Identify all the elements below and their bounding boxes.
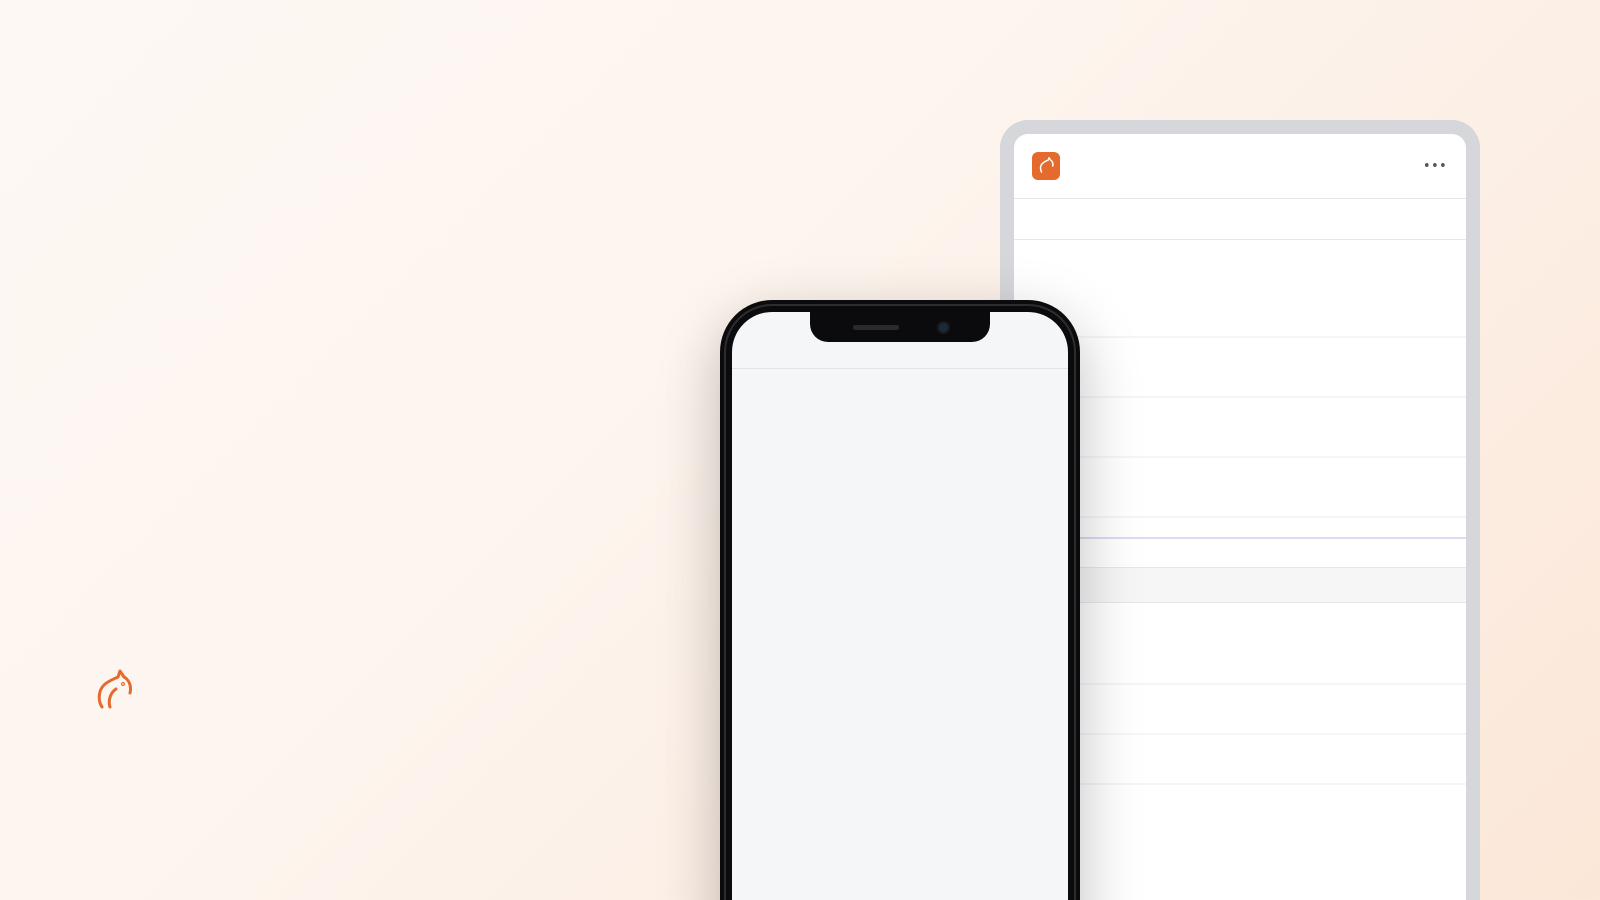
reports-tab[interactable] <box>1014 199 1466 239</box>
brand-logo-block <box>90 667 146 715</box>
section-rate-title <box>1014 603 1466 634</box>
section-engagement-title <box>1014 239 1466 271</box>
popups-section-label <box>732 346 1068 369</box>
phone-mock <box>720 300 1080 900</box>
chart-engagement <box>1014 277 1466 567</box>
chart-rate <box>1014 634 1466 834</box>
tablet-header: ••• <box>1014 134 1466 199</box>
phone-notch <box>810 312 990 342</box>
seguno-app-icon <box>1032 152 1060 180</box>
seguno-horse-icon <box>90 667 138 715</box>
more-icon[interactable]: ••• <box>1424 156 1448 177</box>
